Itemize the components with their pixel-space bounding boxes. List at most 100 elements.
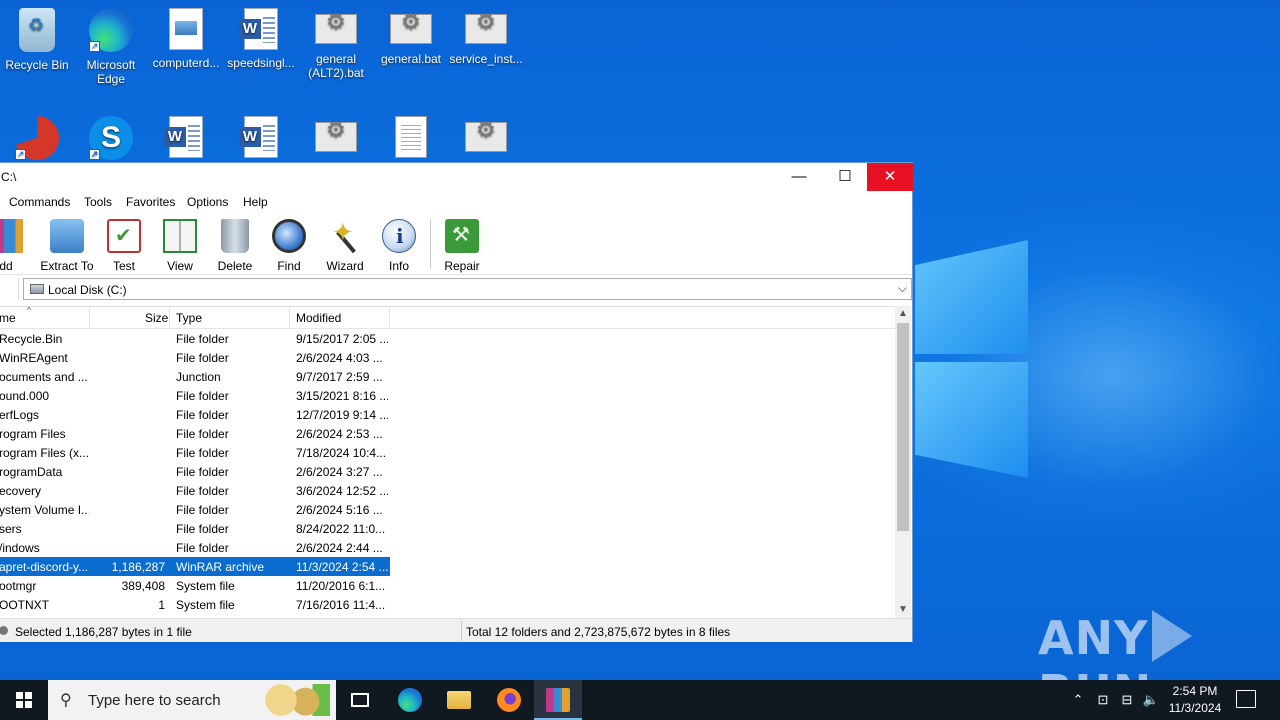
status-total: Total 12 folders and 2,723,875,672 bytes… (466, 625, 731, 639)
cell-type: File folder (176, 389, 229, 403)
word-doc-icon (239, 8, 278, 50)
taskbar-task-view[interactable] (336, 680, 384, 720)
notification-icon[interactable] (1236, 690, 1256, 708)
vertical-scrollbar[interactable]: ▲ ▼ (895, 306, 911, 618)
chevron-down-icon[interactable]: ⌵ (898, 281, 907, 296)
close-button[interactable]: ✕ (867, 163, 913, 191)
anyrun-watermark: ANYRUN (1038, 610, 1280, 680)
menu-tools[interactable]: Tools (84, 195, 112, 209)
table-row[interactable]: rogramData File folder 2/6/2024 3:27 ... (0, 462, 895, 481)
table-row[interactable]: sers File folder 8/24/2022 11:0... (0, 519, 895, 538)
desktop-icon-edge[interactable]: ↗ Microsoft Edge (74, 0, 148, 86)
search-box[interactable]: ⚲ Type here to search (48, 680, 336, 720)
cell-name: Recycle.Bin (0, 332, 63, 346)
search-highlight-image (260, 684, 330, 716)
table-row[interactable]: Recycle.Bin File folder 9/15/2017 2:05 ... (0, 329, 895, 348)
meet-now-icon[interactable]: ⊡ (1092, 680, 1114, 720)
desktop-icon-word-doc[interactable] (149, 108, 223, 164)
clock[interactable]: 2:54 PM 11/3/2024 (1160, 683, 1230, 717)
cell-modified: 7/16/2016 11:4... (296, 598, 386, 612)
network-icon[interactable]: ⊟ (1116, 680, 1138, 720)
cell-type: File folder (176, 427, 229, 441)
add-button[interactable]: Add (0, 217, 23, 273)
desktop-icon-batch[interactable] (299, 108, 373, 160)
menu-help[interactable]: Help (243, 195, 268, 209)
extract-to-button[interactable]: Extract To (39, 217, 95, 273)
taskbar-edge[interactable] (386, 680, 434, 720)
desktop-icon-general-alt2-bat[interactable]: general (ALT2).bat (299, 0, 373, 80)
scroll-down-icon[interactable]: ▼ (895, 602, 911, 618)
taskbar-firefox[interactable] (485, 680, 533, 720)
desktop-icon-skype[interactable]: S ↗ (74, 108, 148, 166)
add-archive-icon (0, 219, 23, 253)
table-row[interactable]: ootmgr 389,408 System file 11/20/2016 6:1..… (0, 576, 895, 595)
desktop-icon-label: service_inst... (449, 52, 523, 66)
cell-size: 1,186,287 (111, 560, 165, 574)
desktop-icon-computerd[interactable]: computerd... (149, 0, 223, 70)
scroll-up-icon[interactable]: ▲ (895, 306, 911, 322)
column-size[interactable]: Size (145, 311, 168, 325)
delete-button[interactable]: Delete (215, 217, 255, 273)
scroll-thumb[interactable] (897, 323, 909, 531)
view-button[interactable]: View (159, 217, 201, 273)
window-titlebar[interactable]: C:\ — ☐ ✕ (0, 163, 913, 191)
wizard-button[interactable]: Wizard (324, 217, 366, 273)
desktop-icon-general-bat[interactable]: general.bat (374, 0, 448, 66)
column-modified[interactable]: Modified (296, 311, 341, 325)
magnifier-icon (272, 219, 306, 253)
menu-commands[interactable]: Commands (9, 195, 70, 209)
table-row[interactable]: ecovery File folder 3/6/2024 12:52 ... (0, 481, 895, 500)
table-row[interactable]: ocuments and ... Junction 9/7/2017 2:59 ..… (0, 367, 895, 386)
desktop-icon-ccleaner[interactable]: ↗ (0, 108, 74, 166)
desktop-icon-recycle-bin[interactable]: Recycle Bin (0, 0, 74, 72)
info-button[interactable]: Info (381, 217, 417, 273)
taskbar-file-explorer[interactable] (435, 680, 483, 720)
batch-file-icon (465, 14, 507, 44)
desktop-icon-label: general (ALT2).bat (308, 52, 364, 80)
ccleaner-icon: ↗ (15, 116, 59, 160)
search-placeholder: Type here to search (88, 692, 221, 709)
text-file-icon (395, 116, 427, 158)
table-row[interactable]: ound.000 File folder 3/15/2021 8:16 ... (0, 386, 895, 405)
winrar-window: C:\ — ☐ ✕ Commands Tools Favorites Optio… (0, 162, 913, 642)
chevron-up-icon[interactable]: ⌃ (1068, 680, 1088, 720)
batch-file-icon (390, 14, 432, 44)
windows-logo-wallpaper (915, 240, 1030, 480)
start-button[interactable] (0, 680, 48, 720)
test-button[interactable]: Test (107, 217, 141, 273)
find-button[interactable]: Find (271, 217, 307, 273)
menu-favorites[interactable]: Favorites (126, 195, 175, 209)
batch-file-icon (465, 122, 507, 152)
table-row[interactable]: OOTNXT 1 System file 7/16/2016 11:4... (0, 595, 895, 614)
column-name[interactable]: me (0, 311, 16, 325)
cell-modified: 2/6/2024 2:53 ... (296, 427, 383, 441)
desktop-icon-service-inst[interactable]: service_inst... (449, 0, 523, 66)
desktop-icon-batch[interactable] (449, 108, 523, 160)
minimize-button[interactable]: — (776, 163, 822, 191)
cell-size: 1 (158, 598, 165, 612)
menu-options[interactable]: Options (187, 195, 228, 209)
desktop-icon-speedsingl[interactable]: speedsingl... (224, 0, 298, 70)
table-row[interactable]: apret-discord-y... 1,186,287 WinRAR archiv… (0, 557, 895, 576)
taskbar-winrar[interactable] (534, 680, 582, 720)
table-row[interactable]: rogram Files File folder 2/6/2024 2:53 ... (0, 424, 895, 443)
info-icon (382, 219, 416, 253)
cell-modified: 9/15/2017 2:05 ... (296, 332, 388, 346)
desktop-icon-word-doc[interactable] (224, 108, 298, 164)
repair-button[interactable]: Repair (442, 217, 482, 273)
table-row[interactable]: erfLogs File folder 12/7/2019 9:14 ... (0, 405, 895, 424)
status-selected: Selected 1,186,287 bytes in 1 file (15, 625, 192, 639)
table-row[interactable]: /indows File folder 2/6/2024 2:44 ... (0, 538, 895, 557)
address-combo[interactable]: Local Disk (C:) ⌵ (23, 278, 912, 300)
maximize-button[interactable]: ☐ (822, 163, 868, 191)
desktop-icon-text[interactable] (374, 108, 448, 164)
table-row[interactable]: rogram Files (x... File folder 7/18/2024 1… (0, 443, 895, 462)
magic-wand-icon (328, 217, 362, 253)
trash-can-icon (221, 219, 249, 253)
up-folder-button[interactable] (0, 278, 19, 300)
volume-icon[interactable]: 🔈 (1140, 680, 1162, 720)
column-type[interactable]: Type (176, 311, 202, 325)
table-row[interactable]: WinREAgent File folder 2/6/2024 4:03 ... (0, 348, 895, 367)
table-row[interactable]: ystem Volume I... File folder 2/6/2024 5:1… (0, 500, 895, 519)
desktop-icon-label: general.bat (380, 52, 442, 66)
